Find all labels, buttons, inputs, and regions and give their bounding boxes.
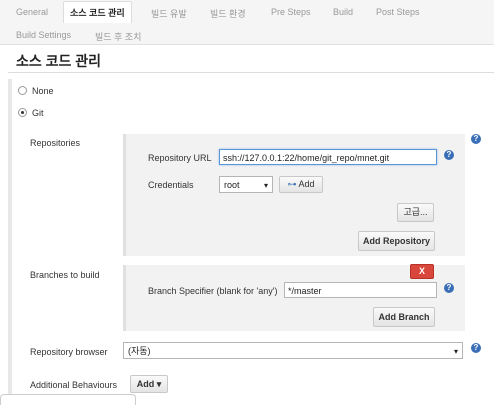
repository-url-label: Repository URL [148, 153, 212, 163]
repositories-help-icon[interactable]: ? [471, 134, 481, 144]
repository-browser-value: (자동) [128, 346, 151, 356]
credentials-add-label: Add [298, 179, 315, 189]
additional-behaviours-label: Additional Behaviours [30, 380, 118, 390]
repository-browser-label: Repository browser [30, 347, 108, 357]
repository-browser-help-icon[interactable]: ? [471, 343, 481, 353]
credentials-value: root [224, 180, 240, 190]
repository-url-input[interactable]: ssh://127.0.0.1:22/home/git_repo/mnet.gi… [219, 149, 437, 165]
chevron-down-icon: ▾ [453, 347, 458, 356]
scm-git-radio[interactable] [18, 108, 27, 117]
advanced-button[interactable]: 고급... [397, 203, 434, 222]
scm-none-label[interactable]: None [32, 86, 54, 96]
credentials-add-button[interactable]: ⊶ Add [279, 176, 323, 193]
repositories-label: Repositories [30, 138, 81, 148]
branch-specifier-help-icon[interactable]: ? [444, 283, 454, 293]
repository-panel: Repository URL ssh://127.0.0.1:22/home/g… [123, 134, 465, 256]
branches-label: Branches to build [30, 270, 100, 280]
chevron-down-icon: ▾ [263, 181, 268, 190]
additional-behaviours-add-label: Add [136, 379, 155, 389]
branch-specifier-input[interactable]: */master [284, 282, 437, 298]
tab-post-steps[interactable]: Post Steps [376, 7, 420, 17]
repository-browser-select[interactable]: (자동) ▾ [123, 342, 463, 359]
chevron-down-icon: ▾ [156, 379, 162, 389]
tab-build[interactable]: Build [333, 7, 353, 17]
branch-panel: X Branch Specifier (blank for 'any') */m… [123, 264, 465, 331]
credentials-select[interactable]: root ▾ [219, 176, 273, 193]
branch-specifier-label: Branch Specifier (blank for 'any') [148, 286, 278, 296]
section-title: 소스 코드 관리 [16, 53, 102, 69]
tab-build-environment[interactable]: 빌드 환경 [210, 7, 246, 20]
section-left-bar [8, 79, 12, 401]
tab-source-code-management[interactable]: 소스 코드 관리 [63, 1, 132, 23]
scm-git-label[interactable]: Git [32, 108, 44, 118]
tab-build-triggers[interactable]: 빌드 유발 [151, 7, 187, 20]
credentials-label: Credentials [148, 180, 194, 190]
tab-pre-steps[interactable]: Pre Steps [271, 7, 311, 17]
tab-general[interactable]: General [16, 7, 48, 17]
key-icon: ⊶ [287, 179, 297, 189]
scm-none-radio[interactable] [18, 86, 27, 95]
tab-build-settings[interactable]: Build Settings [16, 30, 71, 40]
add-branch-button[interactable]: Add Branch [373, 307, 435, 327]
tab-post-build-actions[interactable]: 빌드 후 조치 [95, 30, 141, 43]
repository-url-help-icon[interactable]: ? [444, 150, 454, 160]
section-divider [8, 72, 494, 73]
config-tab-bar: General 소스 코드 관리 빌드 유발 빌드 환경 Pre Steps B… [0, 0, 494, 45]
bottom-panel-tab [0, 394, 136, 405]
add-repository-button[interactable]: Add Repository [358, 231, 435, 251]
additional-behaviours-add-button[interactable]: Add ▾ [130, 375, 168, 393]
delete-branch-button[interactable]: X [410, 264, 434, 279]
